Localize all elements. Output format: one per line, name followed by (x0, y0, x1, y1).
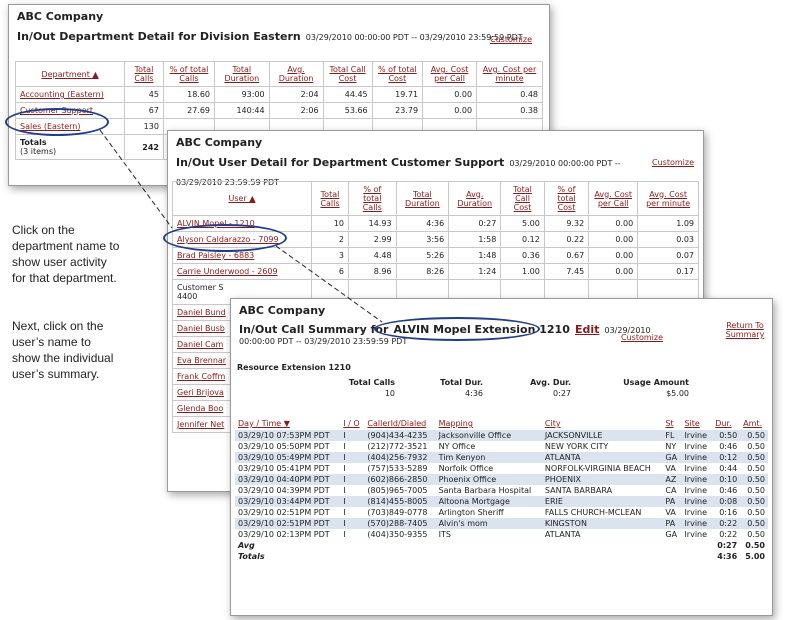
connector-line-1 (99, 129, 173, 229)
connector-line-2 (275, 245, 383, 323)
connector-lines (99, 129, 383, 323)
